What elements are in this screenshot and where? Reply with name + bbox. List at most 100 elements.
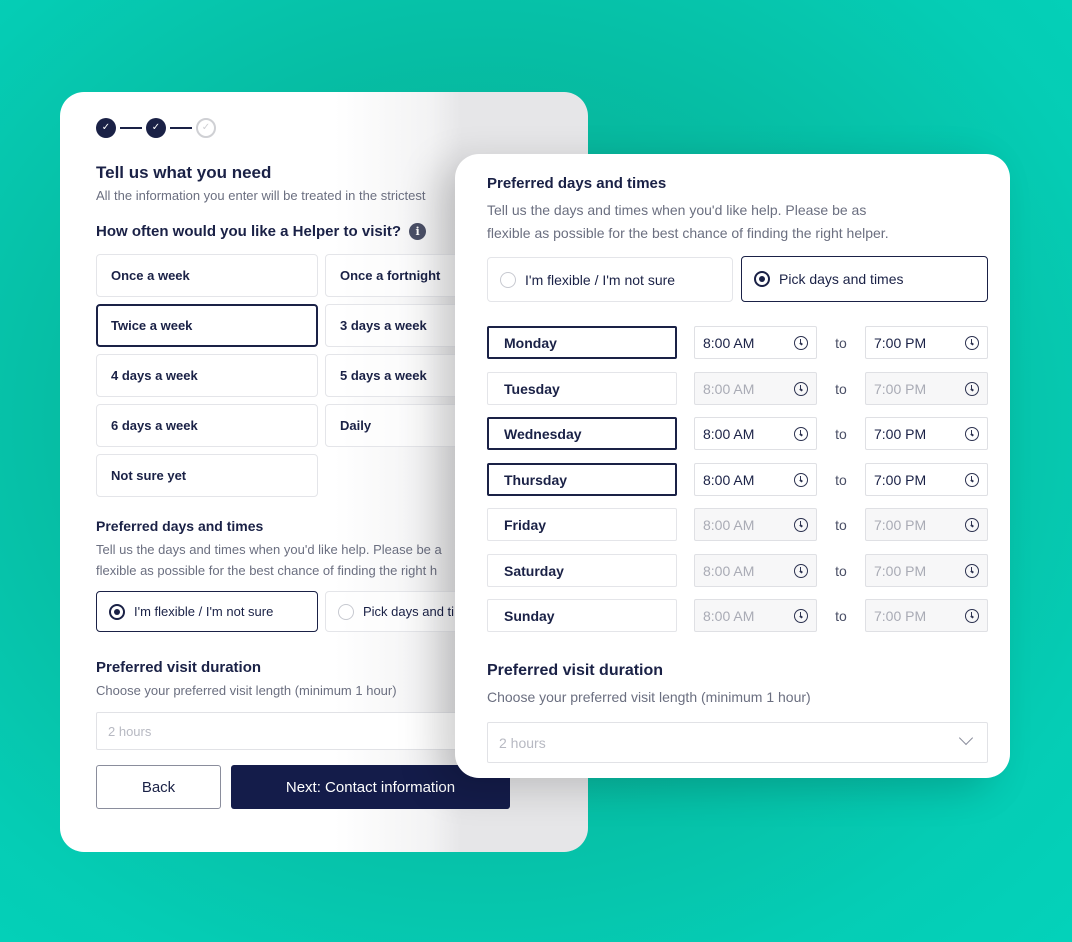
schedule-row-sunday: Sunday 8:00 AM to 7:00 PM — [487, 599, 988, 632]
to-label: to — [835, 425, 847, 442]
clock-icon — [794, 517, 808, 532]
end-time-value: 7:00 PM — [874, 471, 927, 488]
start-time-wednesday[interactable]: 8:00 AM — [694, 417, 817, 450]
duration-select-placeholder: 2 hours — [499, 734, 546, 751]
day-toggle-thursday[interactable]: Thursday — [487, 463, 677, 496]
start-time-value: 8:00 AM — [703, 607, 755, 624]
clock-icon — [965, 517, 979, 532]
clock-icon — [794, 563, 808, 578]
to-label: to — [835, 516, 847, 533]
radio-unselected-icon — [500, 271, 516, 288]
step-3-incomplete-check-icon: ✓ — [196, 118, 216, 138]
start-time-tuesday[interactable]: 8:00 AM — [694, 372, 817, 405]
day-toggle-tuesday[interactable]: Tuesday — [487, 372, 677, 405]
to-label: to — [835, 607, 847, 624]
day-toggle-monday[interactable]: Monday — [487, 326, 677, 359]
days-times-card: Preferred days and times Tell us the day… — [455, 154, 1010, 778]
clock-icon — [965, 335, 979, 350]
radio-pick-days-and-times[interactable]: Pick days and times — [741, 256, 988, 302]
step-connector — [120, 127, 142, 129]
clock-icon — [794, 608, 808, 623]
end-time-value: 7:00 PM — [874, 425, 927, 442]
end-time-value: 7:00 PM — [874, 607, 927, 624]
page-subtitle: All the information you enter will be tr… — [96, 188, 426, 203]
radio-selected-icon — [109, 603, 125, 620]
duration-desc: Choose your preferred visit length (mini… — [96, 683, 397, 698]
schedule-row-wednesday: Wednesday 8:00 AM to 7:00 PM — [487, 417, 988, 450]
days-times-desc-line-2: flexible as possible for the best chance… — [96, 563, 438, 578]
clock-icon — [965, 472, 979, 487]
schedule-row-saturday: Saturday 8:00 AM to 7:00 PM — [487, 554, 988, 587]
duration-title: Preferred visit duration — [96, 659, 262, 676]
radio-unselected-icon — [338, 603, 354, 620]
clock-icon — [794, 472, 808, 487]
end-time-thursday[interactable]: 7:00 PM — [865, 463, 988, 496]
chevron-down-icon — [958, 730, 974, 746]
day-toggle-wednesday[interactable]: Wednesday — [487, 417, 677, 450]
end-time-value: 7:00 PM — [874, 334, 927, 351]
radio-flexible[interactable]: I'm flexible / I'm not sure — [487, 257, 733, 302]
start-time-value: 8:00 AM — [703, 425, 755, 442]
frequency-option-not-sure-yet[interactable]: Not sure yet — [96, 454, 318, 497]
page-title: Tell us what you need — [96, 163, 272, 182]
clock-icon — [965, 426, 979, 441]
to-label: to — [835, 562, 847, 579]
start-time-value: 8:00 AM — [703, 562, 755, 579]
back-button[interactable]: Back — [96, 765, 221, 809]
radio-pick-days-label: Pick days and times — [779, 271, 904, 287]
progress-stepper: ✓ ✓ ✓ — [96, 118, 216, 138]
end-time-sunday[interactable]: 7:00 PM — [865, 599, 988, 632]
end-time-value: 7:00 PM — [874, 380, 927, 397]
end-time-value: 7:00 PM — [874, 516, 927, 533]
end-time-wednesday[interactable]: 7:00 PM — [865, 417, 988, 450]
step-connector — [170, 127, 192, 129]
to-label: to — [835, 471, 847, 488]
to-label: to — [835, 380, 847, 397]
start-time-value: 8:00 AM — [703, 516, 755, 533]
schedule-row-friday: Friday 8:00 AM to 7:00 PM — [487, 508, 988, 541]
clock-icon — [965, 381, 979, 396]
step-2-complete-check-icon: ✓ — [146, 118, 166, 138]
radio-flexible-label: I'm flexible / I'm not sure — [134, 604, 274, 619]
frequency-option-4-days-a-week[interactable]: 4 days a week — [96, 354, 318, 397]
start-time-value: 8:00 AM — [703, 471, 755, 488]
frequency-option-once-a-week[interactable]: Once a week — [96, 254, 318, 297]
days-times-desc-line-2: flexible as possible for the best chance… — [487, 225, 889, 241]
day-toggle-saturday[interactable]: Saturday — [487, 554, 677, 587]
end-time-tuesday[interactable]: 7:00 PM — [865, 372, 988, 405]
frequency-option-6-days-a-week[interactable]: 6 days a week — [96, 404, 318, 447]
clock-icon — [965, 608, 979, 623]
start-time-monday[interactable]: 8:00 AM — [694, 326, 817, 359]
clock-icon — [794, 426, 808, 441]
end-time-monday[interactable]: 7:00 PM — [865, 326, 988, 359]
info-icon[interactable]: i — [409, 223, 427, 240]
start-time-value: 8:00 AM — [703, 334, 755, 351]
clock-icon — [794, 335, 808, 350]
clock-icon — [965, 563, 979, 578]
start-time-friday[interactable]: 8:00 AM — [694, 508, 817, 541]
duration-desc: Choose your preferred visit length (mini… — [487, 689, 811, 705]
frequency-option-twice-a-week[interactable]: Twice a week — [96, 304, 318, 347]
schedule-row-thursday: Thursday 8:00 AM to 7:00 PM — [487, 463, 988, 496]
days-times-title: Preferred days and times — [487, 175, 667, 192]
end-time-saturday[interactable]: 7:00 PM — [865, 554, 988, 587]
day-toggle-sunday[interactable]: Sunday — [487, 599, 677, 632]
start-time-thursday[interactable]: 8:00 AM — [694, 463, 817, 496]
radio-selected-icon — [754, 271, 770, 287]
schedule-row-monday: Monday 8:00 AM to 7:00 PM — [487, 326, 988, 359]
days-times-desc-line-1: Tell us the days and times when you'd li… — [96, 542, 442, 557]
day-toggle-friday[interactable]: Friday — [487, 508, 677, 541]
radio-flexible[interactable]: I'm flexible / I'm not sure — [96, 591, 318, 632]
start-time-saturday[interactable]: 8:00 AM — [694, 554, 817, 587]
frequency-question-text: How often would you like a Helper to vis… — [96, 223, 402, 240]
duration-title: Preferred visit duration — [487, 662, 664, 679]
frequency-question: How often would you like a Helper to vis… — [96, 223, 427, 240]
clock-icon — [794, 381, 808, 396]
end-time-friday[interactable]: 7:00 PM — [865, 508, 988, 541]
radio-flexible-label: I'm flexible / I'm not sure — [525, 271, 676, 288]
duration-select[interactable]: 2 hours — [487, 722, 988, 763]
days-times-desc-line-1: Tell us the days and times when you'd li… — [487, 202, 867, 218]
step-1-complete-check-icon: ✓ — [96, 118, 116, 138]
start-time-value: 8:00 AM — [703, 380, 755, 397]
start-time-sunday[interactable]: 8:00 AM — [694, 599, 817, 632]
